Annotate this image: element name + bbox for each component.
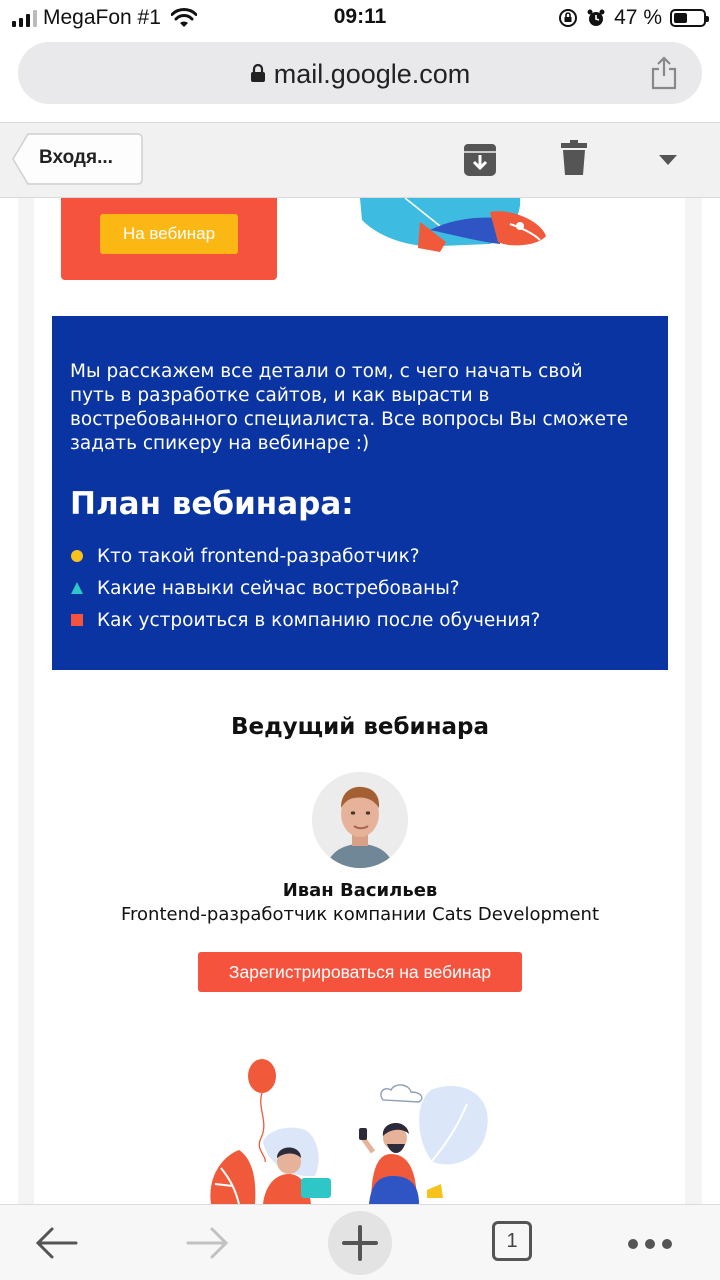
list-item: Как устроиться в компанию после обучения… <box>70 604 540 636</box>
host-role: Frontend-разработчик компании Cats Devel… <box>120 904 600 925</box>
orientation-lock-icon <box>559 9 578 27</box>
status-right: 47 % <box>558 6 709 30</box>
inbox-back-button[interactable]: Входя... <box>12 133 143 185</box>
chevron-down-icon[interactable] <box>658 154 678 166</box>
inbox-back-label: Входя... <box>39 147 113 168</box>
battery-icon <box>670 9 709 27</box>
webinar-info-block: Мы расскажем все детали о том, с чего на… <box>52 316 668 670</box>
plan-item-text: Как устроиться в компанию после обучения… <box>97 609 541 631</box>
sitting-person-illustration <box>360 198 546 252</box>
alarm-icon <box>587 9 605 26</box>
host-section-title: Ведущий вебинара <box>230 714 490 740</box>
email-viewport[interactable]: На вебинар Мы расскажем все детали о том… <box>0 198 720 1204</box>
right-margin <box>702 198 720 1204</box>
lock-icon <box>250 63 265 82</box>
tabs-icon[interactable]: 1 <box>492 1221 532 1261</box>
left-margin <box>0 198 18 1204</box>
address-bar-area: mail.google.com <box>0 36 720 122</box>
people-with-balloon-illustration <box>210 1059 488 1204</box>
plus-icon <box>342 1225 378 1261</box>
back-arrow-icon[interactable] <box>34 1227 78 1259</box>
list-item: Кто такой frontend-разработчик? <box>70 540 540 572</box>
host-photo <box>312 772 408 868</box>
webinar-button[interactable]: На вебинар <box>100 214 238 254</box>
status-bar: MegaFon #1 09:11 47 % <box>0 0 720 36</box>
intro-text: Мы расскажем все детали о том, с чего на… <box>70 361 629 454</box>
url-text: mail.google.com <box>273 59 471 89</box>
register-button[interactable]: Зарегистрироваться на вебинар <box>198 952 522 992</box>
plan-item-text: Какие навыки сейчас востребованы? <box>97 577 460 599</box>
avatar <box>312 772 408 868</box>
browser-bottom-bar: 1 <box>0 1204 720 1280</box>
trash-icon[interactable] <box>561 140 587 176</box>
more-dots-icon[interactable] <box>628 1239 672 1249</box>
address-bar[interactable]: mail.google.com <box>18 42 702 104</box>
plan-list: Кто такой frontend-разработчик? Какие на… <box>70 540 540 636</box>
url-display[interactable]: mail.google.com <box>18 59 702 90</box>
share-icon[interactable] <box>650 56 678 90</box>
list-item: Какие навыки сейчас востребованы? <box>70 572 540 604</box>
forward-arrow-icon[interactable] <box>186 1227 230 1259</box>
circle-bullet-icon <box>71 550 83 562</box>
mail-toolbar: Входя... <box>0 122 720 198</box>
archive-icon[interactable] <box>463 143 497 177</box>
host-name: Иван Васильев <box>282 880 438 901</box>
plan-item-text: Кто такой frontend-разработчик? <box>97 545 420 567</box>
plan-title: План вебинара: <box>70 486 354 522</box>
battery-percent: 47 % <box>614 6 662 29</box>
new-tab-button[interactable] <box>328 1211 392 1275</box>
triangle-bullet-icon <box>71 582 83 594</box>
square-bullet-icon <box>71 614 83 626</box>
